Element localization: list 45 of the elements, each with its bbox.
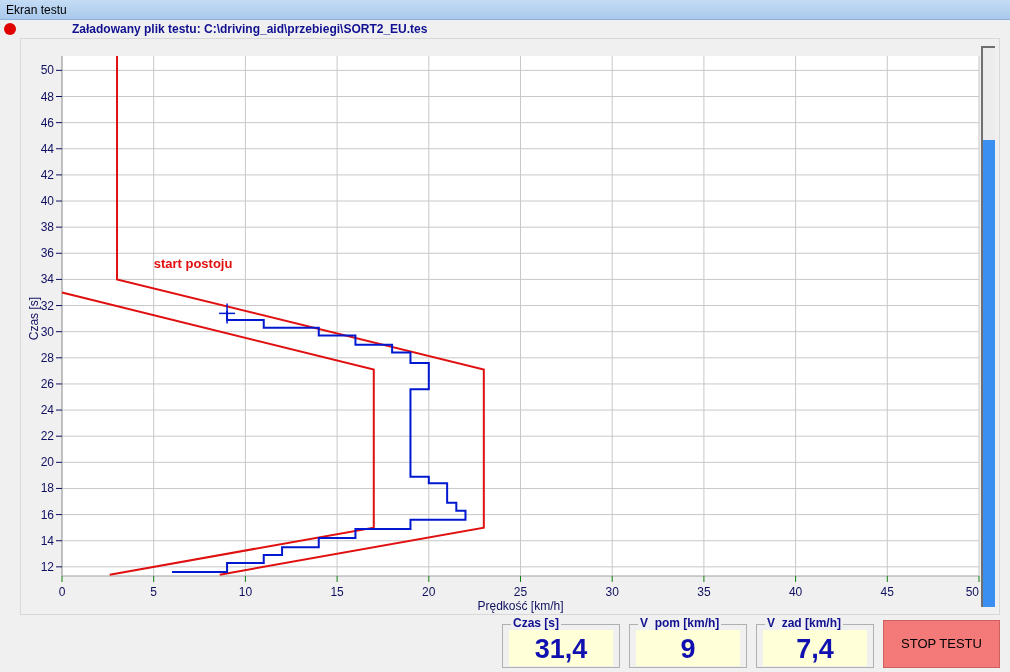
x-tick-label: 20 (422, 585, 436, 599)
x-tick-label: 15 (330, 585, 344, 599)
y-tick-label: 46 (40, 115, 54, 130)
x-tick-label: 50 (965, 585, 979, 599)
y-tick-label: 16 (40, 507, 54, 522)
y-tick-label: 24 (40, 403, 54, 418)
readout-value: 7,4 (763, 630, 867, 666)
y-tick-label: 28 (40, 350, 54, 365)
y-tick-label: 32 (40, 298, 54, 313)
loaded-file-text: Załadowany plik testu: C:\driving_aid\przebiegi\SORT2_EU.tes (72, 21, 428, 38)
x-tick-label: 35 (697, 585, 711, 599)
y-tick-label: 18 (40, 481, 54, 496)
y-tick-label: 44 (40, 141, 54, 156)
stop-test-button[interactable]: STOP TESTU (883, 620, 1000, 668)
y-tick-label: 34 (40, 272, 54, 287)
x-tick-label: 10 (238, 585, 253, 599)
x-axis-label: Prędkość [km/h] (477, 599, 564, 613)
x-tick-label: 40 (788, 585, 803, 599)
x-tick-label: 0 (58, 585, 66, 599)
y-tick-label: 30 (40, 324, 54, 339)
readout-label: Czas [s] (511, 617, 561, 629)
readout-label: V pom [km/h] (638, 617, 722, 629)
x-tick-label: 30 (605, 585, 619, 599)
x-tick-label: 5 (150, 585, 158, 599)
chart-annotation: start postoju (153, 255, 233, 271)
y-tick-label: 12 (40, 559, 54, 574)
readout-value: 31,4 (509, 630, 613, 666)
window-title: Ekran testu (6, 1, 67, 19)
status-indicator (4, 23, 16, 35)
crosshair-marker (218, 302, 236, 325)
x-tick-label: 45 (880, 585, 894, 599)
readout-value: 9 (636, 630, 740, 666)
x-tick-label: 25 (513, 585, 528, 599)
y-tick-label: 50 (40, 63, 54, 78)
y-tick-label: 26 (40, 376, 54, 391)
y-tick-label: 40 (40, 194, 54, 209)
readout-label: V zad [km/h] (765, 617, 843, 629)
y-tick-label: 42 (40, 167, 54, 182)
y-tick-label: 48 (40, 89, 54, 104)
y-tick-label: 14 (40, 533, 54, 548)
y-tick-label: 36 (40, 246, 54, 261)
y-tick-label: 22 (40, 429, 54, 444)
y-tick-label: 20 (40, 455, 54, 470)
y-tick-label: 38 (40, 220, 54, 235)
y-axis-label: Czas [s] (27, 296, 41, 341)
